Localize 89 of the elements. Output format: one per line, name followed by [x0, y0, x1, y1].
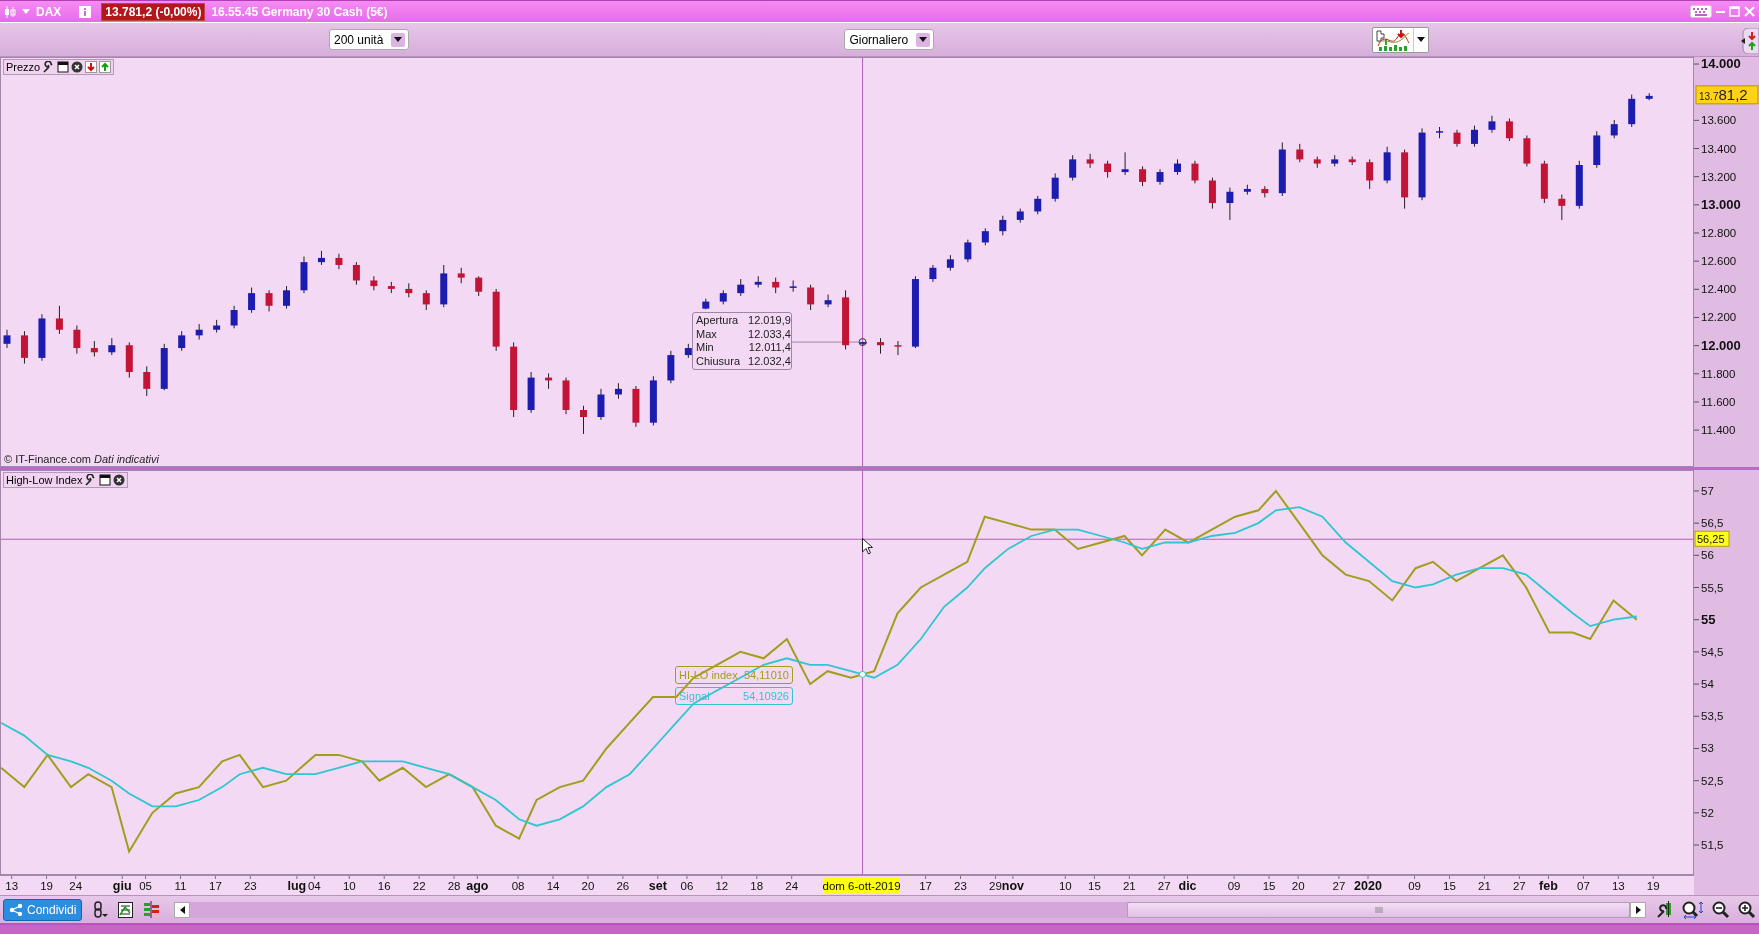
axis-label: 17: [209, 880, 222, 892]
axis-label: 53: [1701, 742, 1714, 755]
axis-label: 09: [1408, 880, 1421, 892]
axis-label: 54: [1701, 678, 1714, 691]
price-badge: 13.781,2 (-0,00%): [101, 2, 206, 21]
axis-label: 12.000: [1701, 337, 1741, 353]
axis-label: 09: [1227, 880, 1241, 892]
axis-label: ago: [466, 879, 489, 893]
tooltip-value: 12.011,4: [748, 341, 791, 355]
axis-label: 13.600: [1701, 114, 1737, 127]
axis-label: 53,5: [1701, 710, 1724, 723]
axis-label: 12.800: [1701, 227, 1737, 239]
axis-label: 10: [1058, 880, 1072, 892]
axis-label: 52: [1701, 806, 1714, 819]
axis-label: 11: [174, 880, 187, 892]
axis-label: 23: [954, 880, 967, 892]
axis-label: 06: [680, 880, 694, 892]
axis-label: 13: [1611, 880, 1625, 892]
axis-label: 05: [139, 880, 152, 892]
axis-label: 19: [40, 880, 53, 892]
axis-label: 14: [546, 880, 560, 892]
axis-label: 22: [412, 880, 426, 892]
tooltip-label: Apertura: [696, 314, 740, 328]
axis-label: 11.800: [1701, 367, 1736, 380]
ref-line-label: 56,25: [1697, 533, 1725, 546]
axis-label: set: [648, 879, 667, 893]
axis-label: 51,5: [1701, 839, 1724, 852]
data-credit: © IT-Finance.com Dati indicativi: [4, 453, 159, 465]
tooltip-label: Max: [696, 327, 718, 341]
axis-label: 12: [715, 880, 729, 892]
axis-label: 56,5: [1701, 517, 1724, 530]
tooltip-label: Chiusura: [696, 354, 741, 368]
axis-label: 19: [1646, 880, 1660, 892]
axis-label: 04: [307, 880, 321, 892]
axis-label: 27: [1332, 880, 1346, 892]
axis-label: 13.000: [1701, 196, 1741, 212]
axis-label: 55: [1701, 611, 1716, 627]
axis-label: 57: [1701, 484, 1714, 497]
axis-label: feb: [1539, 879, 1558, 893]
value-badge: 56,25: [1694, 530, 1730, 547]
tooltip-value: 12.019,9: [748, 314, 791, 328]
axis-label: lug: [287, 879, 307, 893]
axis-label: 26: [616, 880, 630, 892]
axis-label: 12.600: [1701, 255, 1737, 268]
axis-label: 16: [377, 880, 391, 892]
axis-label: 27: [1512, 880, 1526, 892]
axis-label: nov: [1001, 879, 1024, 893]
axis-label: 52,5: [1701, 774, 1724, 787]
axis-label: 20: [581, 880, 595, 892]
axis-label: 18: [750, 880, 764, 892]
axis-label: 17: [919, 880, 932, 892]
axis-label: 14.000: [1701, 57, 1741, 72]
axis-label: 2020: [1354, 879, 1382, 893]
pane-title: High-Low Index: [6, 474, 83, 486]
axis-label: 21: [1122, 880, 1136, 892]
axis-label: 24: [69, 880, 83, 892]
axis-label: giu: [112, 879, 132, 893]
axis-label: 21: [1478, 880, 1491, 892]
date-badge: dom 6-ott-2019: [822, 877, 901, 894]
axis-label: 15: [1443, 880, 1456, 892]
axis-label: 15: [1262, 880, 1276, 892]
axis-label: 56: [1701, 549, 1714, 562]
axis-label: 27: [1157, 880, 1171, 892]
axis-label: 11.400: [1701, 424, 1736, 437]
window-title: 16.55.45 Germany 30 Cash (5€): [211, 4, 388, 19]
axis-label: 20: [1291, 880, 1305, 892]
axis-label: dic: [1178, 879, 1197, 893]
tooltip-value: 12.032,4: [748, 354, 791, 368]
axis-label: 10: [342, 880, 356, 892]
tooltip-label: Min: [696, 341, 715, 355]
tooltip-value: 12.033,4: [748, 327, 791, 341]
axis-label: 13.200: [1701, 170, 1737, 183]
price-badge: 13.781,2: [1695, 85, 1759, 105]
axis-label: 29: [989, 880, 1002, 892]
axis-label: 13: [5, 880, 19, 892]
axis-label: 28: [447, 880, 461, 892]
axis-label: 07: [1577, 880, 1590, 892]
axis-label: 13.400: [1701, 142, 1737, 155]
axis-label: 11.600: [1701, 395, 1736, 408]
pane-title: Prezzo: [6, 61, 41, 73]
axis-label: 24: [785, 880, 799, 892]
axis-label: 08: [511, 880, 525, 892]
axis-label: 12.200: [1701, 311, 1737, 324]
axis-label: 15: [1088, 880, 1101, 892]
axis-label: 55,5: [1701, 581, 1724, 594]
axis-label: 23: [243, 880, 257, 892]
symbol-name: DAX: [36, 4, 62, 19]
axis-label: 54,5: [1701, 645, 1724, 658]
axis-label: 12.400: [1701, 283, 1737, 296]
